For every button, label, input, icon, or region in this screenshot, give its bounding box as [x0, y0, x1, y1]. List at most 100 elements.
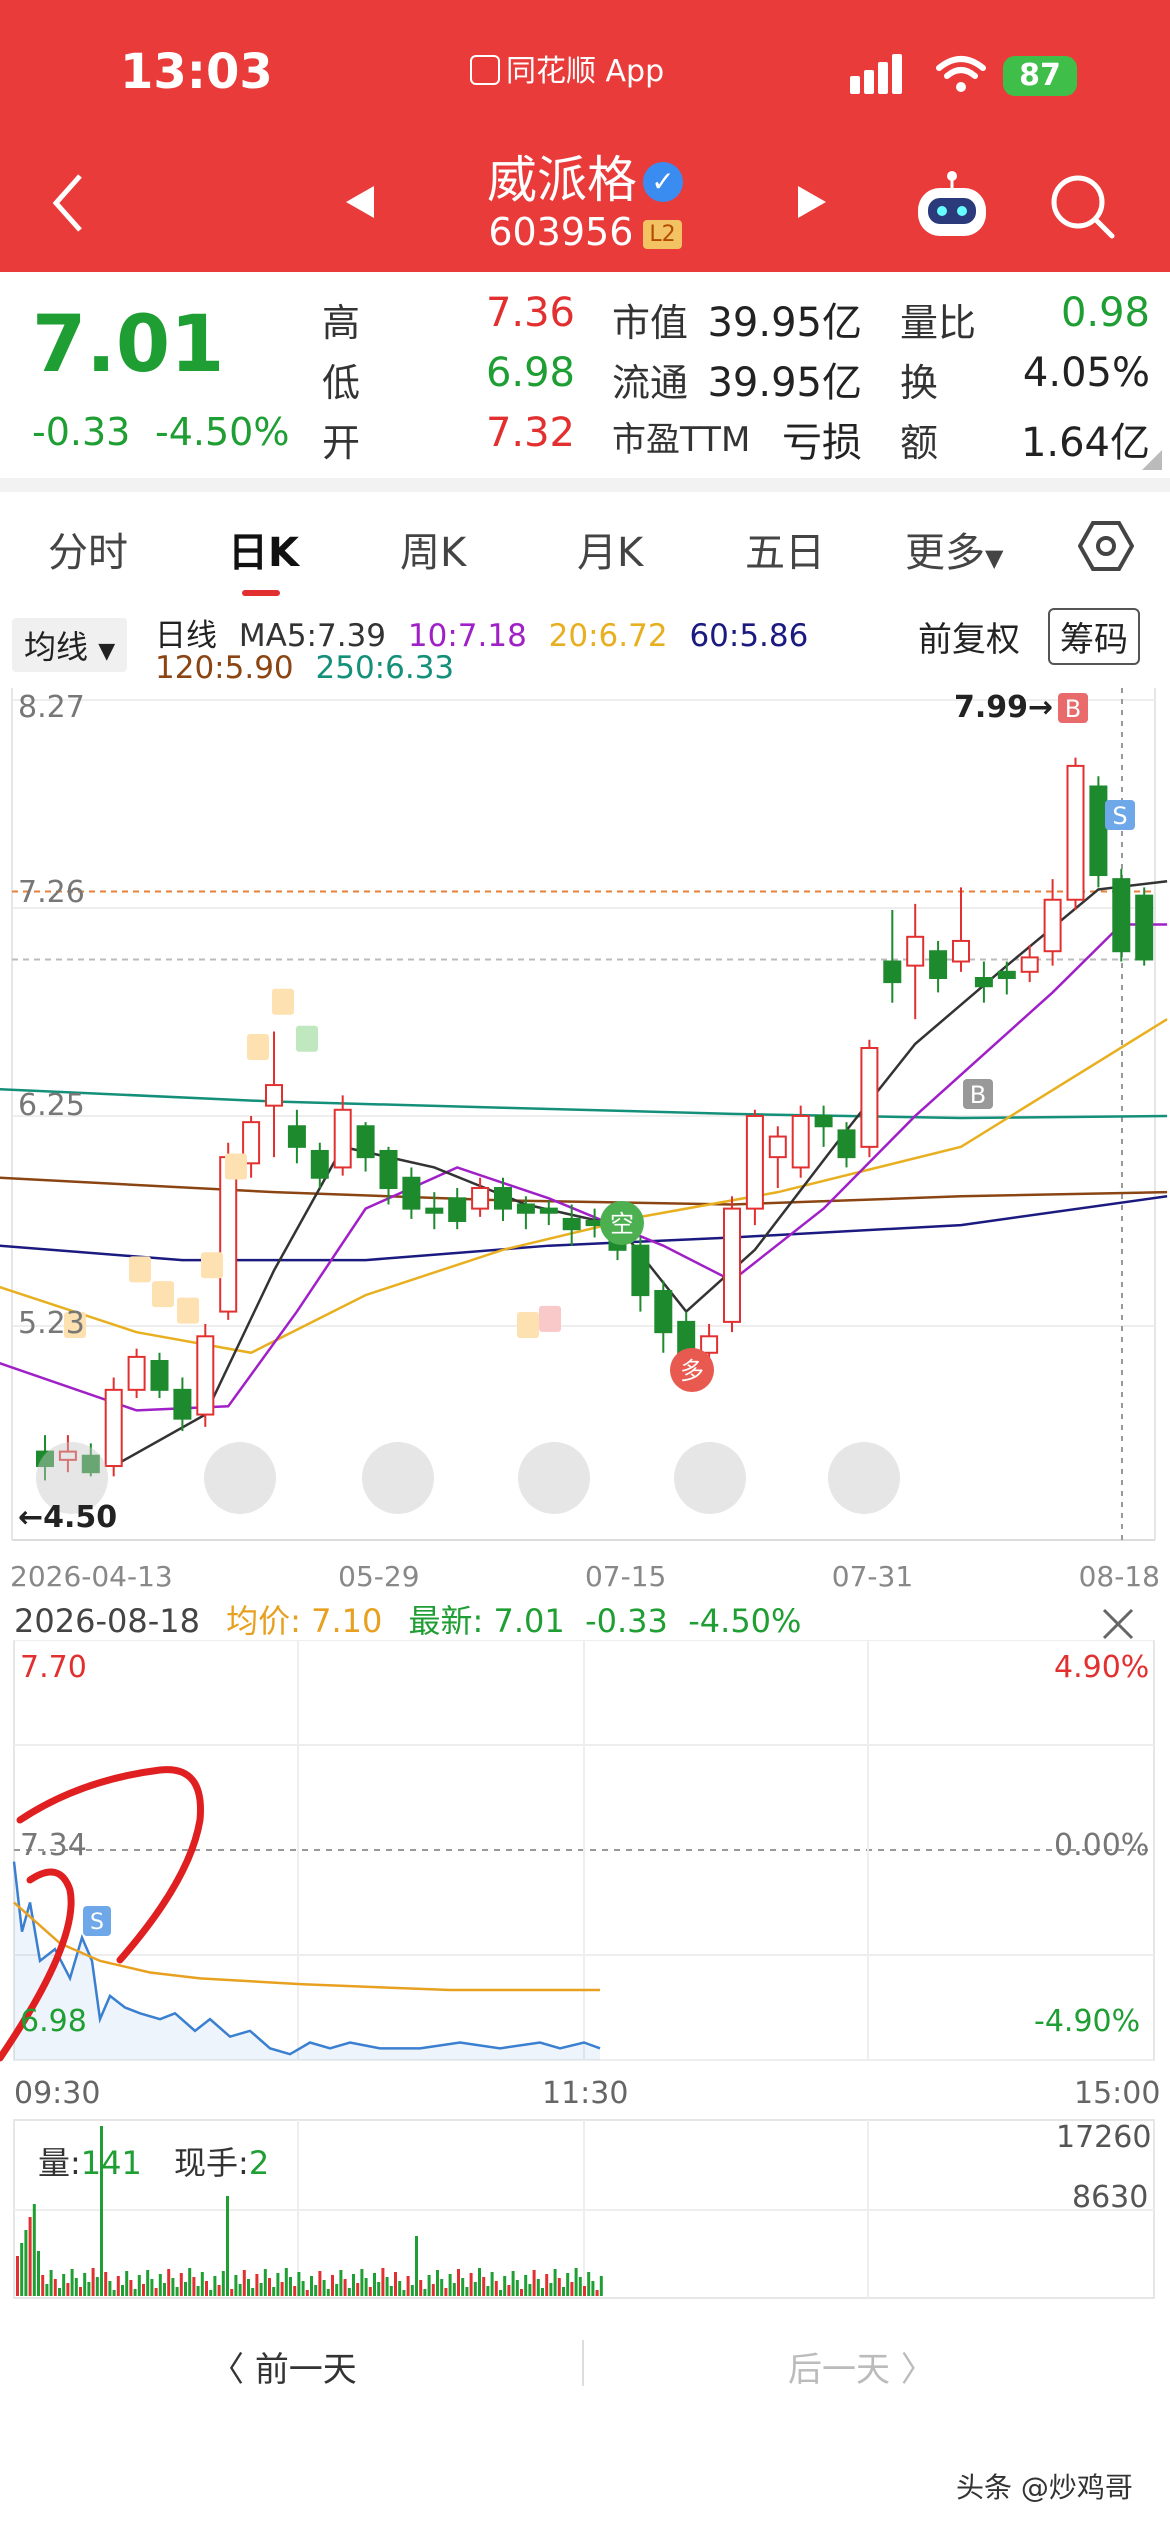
chart-control-button[interactable]: [828, 1442, 900, 1514]
prev-day-label: 前一天: [254, 2350, 357, 2390]
candle: [883, 960, 902, 984]
chips-button[interactable]: 筹码: [1048, 608, 1140, 665]
volume-bar: [230, 2289, 234, 2296]
adjust-button[interactable]: 前复权: [918, 612, 1020, 661]
candle: [471, 1187, 490, 1210]
td-count-badge: [247, 1034, 269, 1061]
chart-control-button[interactable]: [204, 1442, 276, 1514]
volume-bar: [129, 2280, 133, 2296]
intraday-avg: 均价: 7.10: [226, 1602, 382, 1640]
volume-bar: [515, 2280, 519, 2296]
kline-ylabel-3: 6.25: [18, 1088, 85, 1123]
ma-dropdown[interactable]: 均线 ▼: [12, 618, 128, 672]
turnover-value: 4.05%: [1022, 350, 1150, 396]
volume-bar: [339, 2270, 343, 2296]
volume-bar: [398, 2281, 402, 2296]
td-count-badge: [177, 1297, 199, 1324]
volume-bar: [465, 2287, 469, 2296]
volume-bar: [499, 2290, 502, 2296]
candle: [860, 1047, 879, 1148]
volume-bar: [74, 2278, 78, 2296]
volume-bar: [83, 2273, 87, 2296]
tab-more-label: 更多: [905, 530, 985, 576]
intraday-avg-label: 均价:: [226, 1602, 301, 1640]
pe-value: 亏损: [782, 420, 862, 466]
candle: [1135, 894, 1154, 961]
mcap-value: 39.95亿: [707, 300, 862, 346]
next-stock-icon[interactable]: [792, 182, 832, 222]
prev-day-button[interactable]: 〈 前一天: [210, 2342, 357, 2391]
volume-bar: [511, 2271, 515, 2296]
volume-bar: [419, 2280, 423, 2296]
chart-control-button[interactable]: [518, 1442, 590, 1514]
chart-control-bg: [828, 1442, 900, 1514]
volume-bar: [541, 2288, 544, 2296]
candle: [1020, 956, 1039, 973]
chevron-left-icon: 〈: [210, 2350, 255, 2390]
volume-bar: [53, 2279, 57, 2296]
candle: [906, 935, 925, 967]
volume-bar: [259, 2283, 263, 2296]
intraday-change: -0.33: [585, 1602, 668, 1640]
buy-badge-top: B: [1065, 695, 1081, 723]
l2-badge: L2: [643, 220, 682, 249]
tab-more[interactable]: 更多▼: [905, 520, 1003, 578]
tab-weekly-k[interactable]: 周K: [400, 520, 466, 578]
tab-intraday[interactable]: 分时: [48, 520, 128, 578]
volume-bar: [196, 2286, 200, 2296]
cur-hand-label: 现手:: [174, 2144, 249, 2182]
volume-bar: [553, 2269, 557, 2296]
settings-hexagon-icon[interactable]: [1078, 518, 1134, 574]
candle: [539, 1207, 558, 1214]
tab-monthly-k[interactable]: 月K: [577, 520, 643, 578]
robot-assistant-icon[interactable]: [912, 168, 992, 240]
volume-bar: [163, 2283, 166, 2296]
intraday-time-end: 15:00: [1074, 2076, 1161, 2111]
ma10-line: [0, 923, 1168, 1412]
next-day-button[interactable]: 后一天 〉: [788, 2342, 935, 2391]
candle: [745, 1114, 764, 1210]
volume-bar: [461, 2278, 465, 2296]
volume-bar: [297, 2272, 301, 2296]
ma-dropdown-label: 均线: [24, 628, 89, 666]
intraday-chart[interactable]: S: [0, 1640, 1170, 2300]
volume-bar: [599, 2276, 603, 2296]
low-marker-value: 4.50: [43, 1500, 118, 1535]
volume-bar: [24, 2230, 28, 2296]
volume-bar: [389, 2286, 393, 2296]
sell-badge: S: [1112, 802, 1127, 830]
chart-control-bg: [204, 1442, 276, 1514]
volume-bar: [226, 2196, 229, 2296]
vol-label: 量:: [38, 2144, 81, 2182]
volume-bar: [583, 2286, 586, 2296]
volume-bar: [108, 2281, 112, 2296]
close-icon[interactable]: [1100, 1606, 1136, 1642]
volume-bar: [200, 2272, 204, 2296]
volume-bar: [532, 2270, 536, 2296]
tab-five-day[interactable]: 五日: [745, 520, 825, 578]
volume-bar: [280, 2282, 284, 2296]
candle: [723, 1207, 741, 1323]
volume-bar: [133, 2289, 137, 2296]
volume-bar: [452, 2283, 456, 2296]
kline-chart[interactable]: 空多 B S B: [0, 688, 1170, 1588]
candle: [814, 1114, 833, 1128]
search-icon[interactable]: [1048, 172, 1118, 242]
high-value: 7.36: [485, 290, 575, 336]
volume-bar: [549, 2283, 553, 2296]
tab-daily-k[interactable]: 日K: [228, 520, 299, 578]
expand-corner-icon[interactable]: [1140, 448, 1164, 472]
intraday-change-pct: -4.50%: [688, 1602, 802, 1640]
app-indicator: 同花顺 App: [470, 46, 664, 90]
duo-badge: 多: [680, 1357, 704, 1385]
volume-bar: [66, 2283, 70, 2296]
price-change-pct: -4.50%: [155, 410, 290, 454]
chart-control-button[interactable]: [674, 1442, 746, 1514]
candle: [1043, 898, 1062, 953]
chart-control-button[interactable]: [362, 1442, 434, 1514]
intraday-time-start: 09:30: [14, 2076, 101, 2111]
volume-bar: [37, 2251, 40, 2296]
high-label: 高: [322, 301, 361, 345]
app-header: 13:03 同花顺 App 87 威派格 ✓ 603956 L2: [0, 0, 1170, 272]
volume-bar: [310, 2276, 313, 2296]
